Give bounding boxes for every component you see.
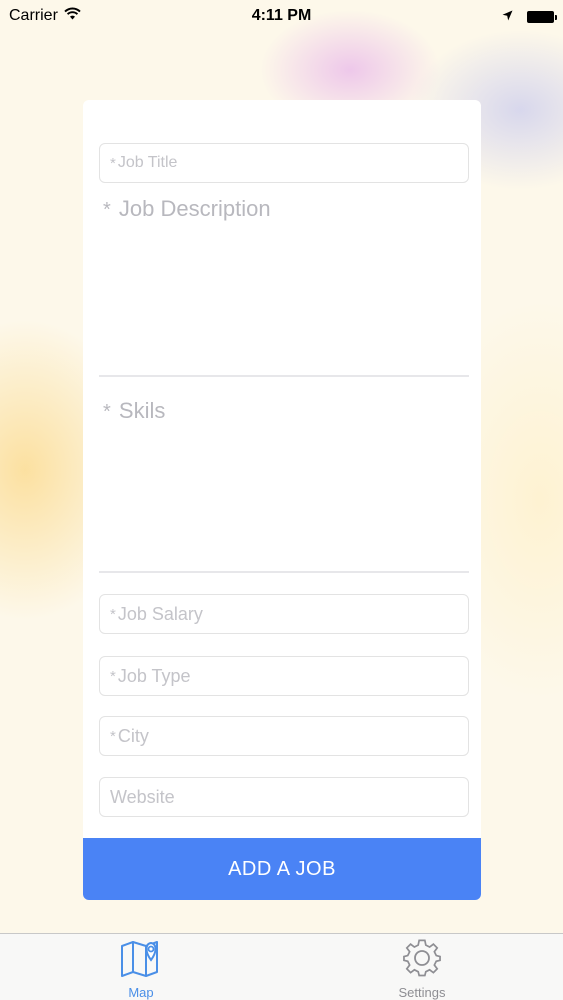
status-bar: Carrier 4:11 PM <box>0 0 563 32</box>
job-title-placeholder: Job Title <box>117 154 178 171</box>
required-star: * <box>110 727 116 745</box>
status-time: 4:11 PM <box>251 7 312 24</box>
required-star: * <box>110 667 116 685</box>
status-right <box>502 8 557 26</box>
tab-map[interactable]: Map <box>81 938 201 1000</box>
job-type-placeholder: Job Type <box>117 665 191 686</box>
gear-icon <box>401 938 443 983</box>
required-star: * <box>110 605 116 623</box>
skills-textarea[interactable]: * Skils <box>99 398 469 573</box>
job-description-textarea[interactable]: * Job Description <box>99 196 469 376</box>
skills-placeholder: Skils <box>118 398 166 423</box>
add-job-form: * Job Title * Job Description * Skils * … <box>83 100 481 900</box>
job-title-input[interactable]: * Job Title <box>99 143 469 183</box>
city-input[interactable]: * City <box>99 716 469 756</box>
required-star: * <box>110 154 116 172</box>
job-description-placeholder: Job Description <box>118 196 271 221</box>
tab-map-label: Map <box>128 985 154 1000</box>
required-star: * <box>103 199 111 221</box>
tab-bar: Map Settings <box>0 933 563 1000</box>
tab-settings[interactable]: Settings <box>362 938 482 1000</box>
job-salary-input[interactable]: * Job Salary <box>99 594 469 634</box>
job-type-input[interactable]: * Job Type <box>99 656 469 696</box>
divider <box>99 375 469 377</box>
website-placeholder: Website <box>110 786 175 807</box>
job-salary-placeholder: Job Salary <box>117 603 203 624</box>
divider <box>99 571 469 573</box>
map-icon <box>119 938 163 983</box>
add-job-button[interactable]: ADD A JOB <box>83 838 481 900</box>
required-star: * <box>103 401 111 423</box>
tab-settings-label: Settings <box>398 985 446 1000</box>
city-placeholder: City <box>117 725 149 746</box>
location-arrow-icon <box>502 8 513 26</box>
battery-icon <box>527 11 557 23</box>
website-input[interactable]: Website <box>99 777 469 817</box>
